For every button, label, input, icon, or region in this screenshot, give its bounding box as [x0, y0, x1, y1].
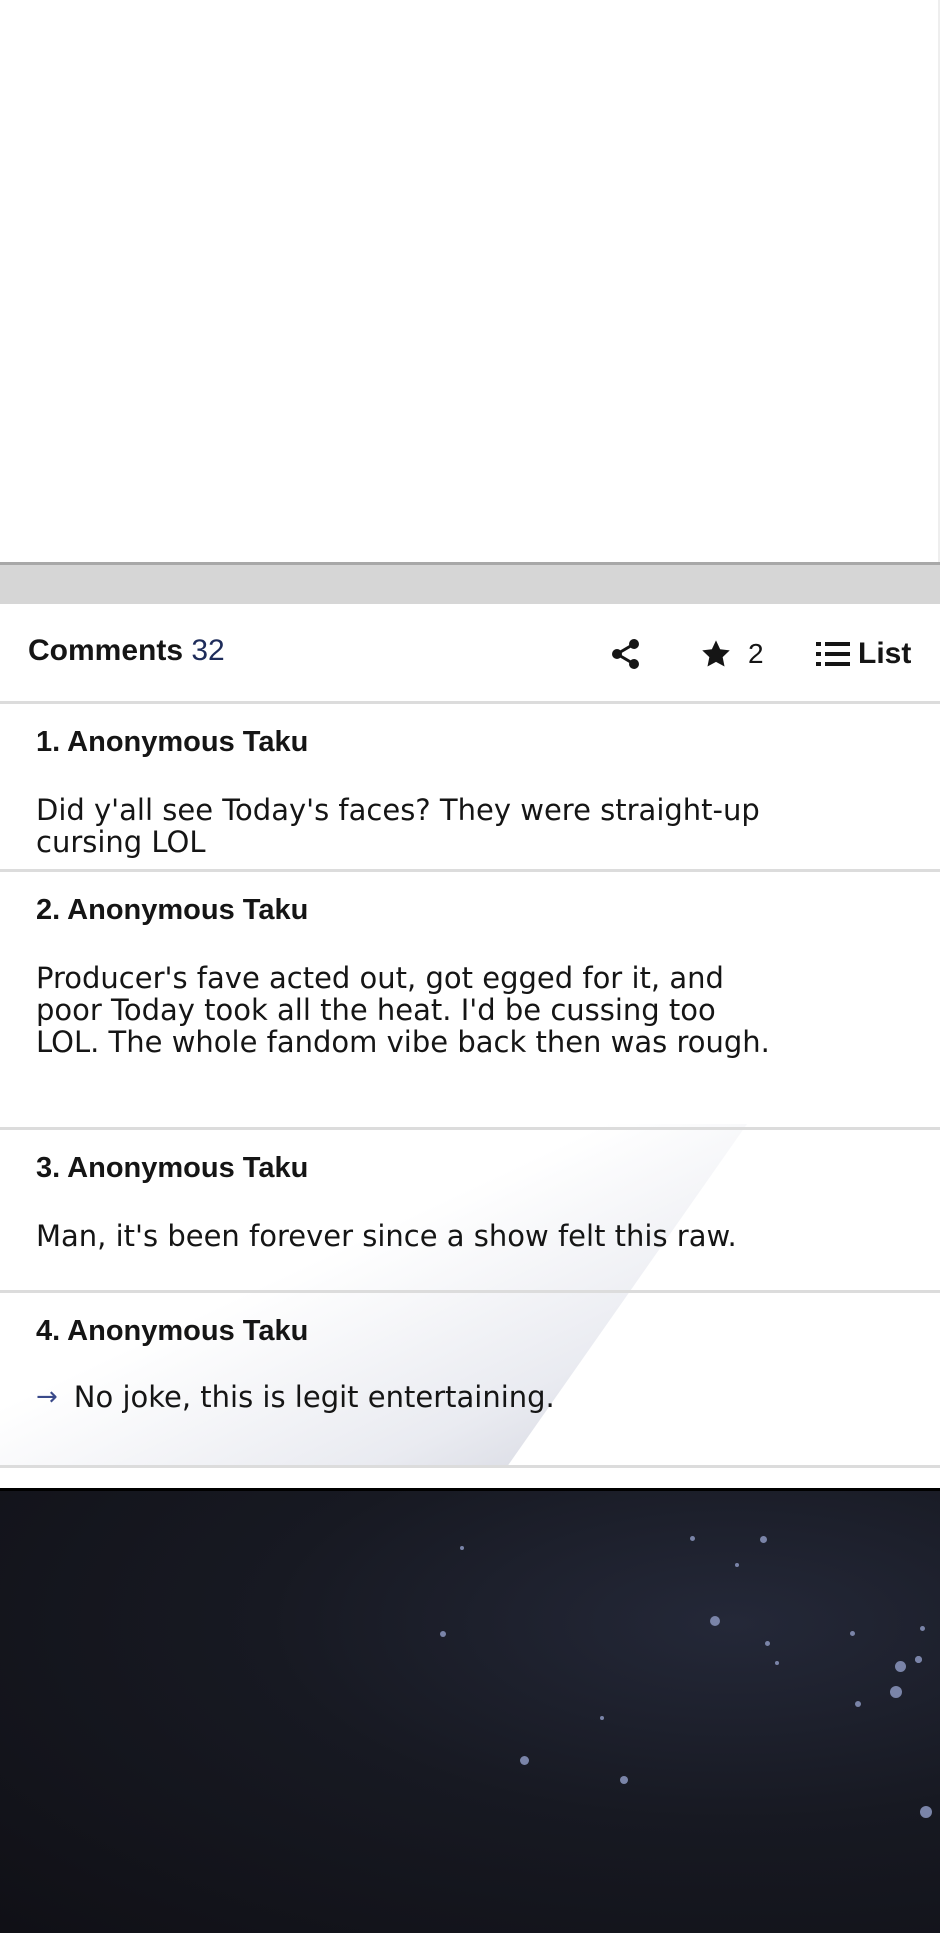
comment-text: No joke, this is legit entertaining. — [73, 1380, 555, 1414]
comment-item: 1. Anonymous Taku Did y'all see Today's … — [0, 704, 940, 872]
content-blank-area — [0, 0, 940, 562]
list-label: List — [858, 637, 912, 670]
star-dot — [460, 1546, 464, 1550]
star-dot — [855, 1701, 861, 1707]
star-dot — [775, 1661, 779, 1665]
comment-text: Man, it's been forever since a show felt… — [36, 1219, 737, 1253]
comment-text: Producer's fave acted out, got egged for… — [36, 961, 770, 1059]
star-icon — [702, 640, 730, 667]
star-dot — [890, 1686, 902, 1698]
comment-reply: → No joke, this is legit entertaining. — [36, 1381, 776, 1413]
comment-author: 2. Anonymous Taku — [36, 894, 309, 926]
star-dot — [440, 1631, 446, 1637]
section-separator — [0, 562, 940, 604]
comment-item: 3. Anonymous Taku Man, it's been forever… — [0, 1130, 940, 1293]
star-dot — [920, 1626, 925, 1631]
star-dot — [710, 1616, 720, 1626]
star-dot — [915, 1656, 922, 1663]
star-dot — [895, 1661, 906, 1672]
star-dot — [760, 1536, 767, 1543]
star-dot — [520, 1756, 529, 1765]
star-dot — [735, 1563, 739, 1567]
star-dot — [600, 1716, 604, 1720]
comments-count: 32 — [191, 634, 225, 667]
comment-author: 4. Anonymous Taku — [36, 1315, 309, 1347]
comment-item: 2. Anonymous Taku Producer's fave acted … — [0, 872, 940, 1130]
comments-header: Comments 32 2 List — [0, 604, 940, 704]
star-dot — [690, 1536, 695, 1541]
star-dot — [620, 1776, 628, 1784]
comment-item: 4. Anonymous Taku → No joke, this is leg… — [0, 1293, 940, 1468]
comments-bottom-strip — [0, 1468, 940, 1488]
list-button[interactable]: List — [816, 634, 911, 674]
list-icon — [816, 642, 850, 666]
share-button[interactable] — [606, 634, 646, 674]
dark-starfield-background — [0, 1488, 940, 1933]
comment-text: Did y'all see Today's faces? They were s… — [36, 793, 760, 859]
comments-title: Comments 32 — [28, 634, 225, 668]
star-count: 2 — [748, 638, 764, 669]
arrow-right-icon: → — [36, 1382, 58, 1412]
comments-panel: Comments 32 2 List 1. Anonymous Taku Did… — [0, 604, 940, 1488]
comment-author: 3. Anonymous Taku — [36, 1152, 309, 1184]
star-button[interactable]: 2 — [700, 634, 764, 674]
comment-author: 1. Anonymous Taku — [36, 726, 309, 758]
star-dot — [920, 1806, 932, 1818]
star-dot — [765, 1641, 770, 1646]
comments-title-label: Comments — [28, 634, 184, 667]
star-dot — [850, 1631, 855, 1636]
share-icon — [612, 639, 639, 669]
